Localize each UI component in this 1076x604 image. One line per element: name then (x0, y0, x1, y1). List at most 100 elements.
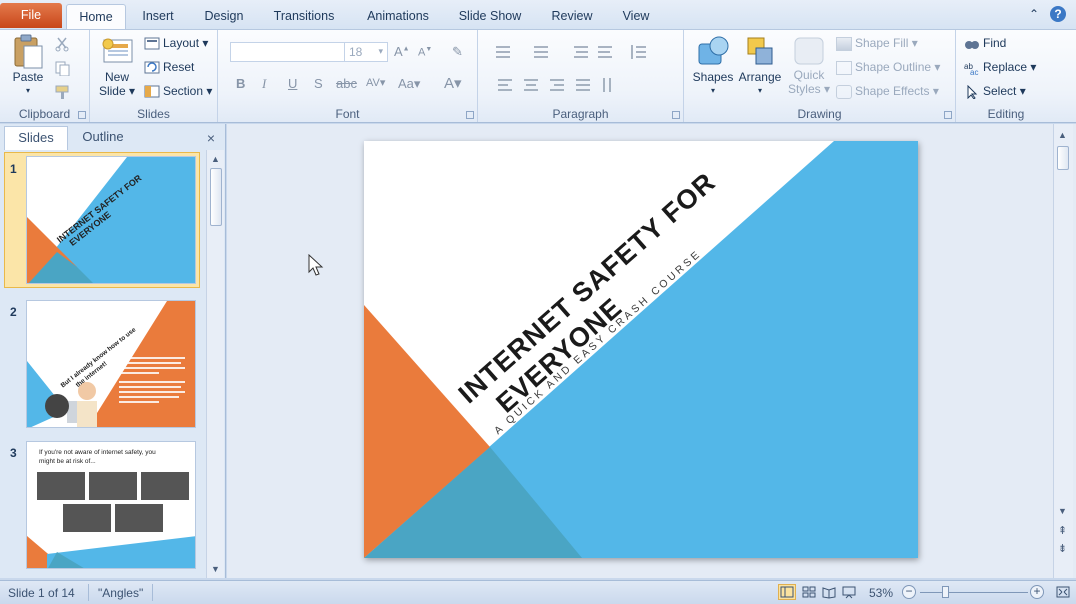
copy-icon[interactable] (54, 60, 74, 76)
editor-scrollbar-thumb[interactable] (1057, 146, 1069, 170)
tab-animations[interactable]: Animations (356, 4, 440, 30)
normal-view-icon[interactable] (778, 584, 796, 600)
scroll-up-icon[interactable]: ▲ (209, 152, 222, 166)
select-icon (967, 84, 978, 99)
shadow-button[interactable]: S (314, 76, 323, 91)
zoom-slider[interactable] (920, 592, 1028, 593)
font-color-button[interactable]: A▾ (444, 74, 462, 92)
select-button[interactable]: Select ▾ (964, 84, 1026, 99)
drawing-launcher-icon[interactable] (944, 111, 952, 119)
thumbnail-number-1: 1 (10, 162, 17, 176)
grow-font-button[interactable]: A▲ (394, 44, 410, 59)
reset-button[interactable]: Reset (144, 60, 194, 75)
quick-styles-button[interactable]: Quick Styles ▾ (786, 34, 832, 96)
tab-slides[interactable]: Slides (4, 126, 68, 150)
group-clipboard: Paste ▾ Clipboard (0, 30, 90, 122)
shape-effects-icon (836, 84, 852, 99)
cut-icon[interactable] (54, 36, 70, 52)
layout-icon (144, 37, 160, 50)
fit-window-icon[interactable] (1054, 584, 1072, 600)
find-button[interactable]: Find (964, 36, 1006, 51)
slide-thumbnail-3[interactable]: If you're not aware of internet safety, … (26, 441, 196, 569)
paragraph-launcher-icon[interactable] (672, 111, 680, 119)
theme-name[interactable]: "Angles" (98, 586, 143, 600)
change-case-button[interactable]: Aa▾ (398, 76, 420, 92)
ribbon: Paste ▾ Clipboard New Slide ▾ Layout ▾ R… (0, 29, 1076, 123)
editor-scrollbar[interactable]: ▲ ▼ ⇞ ⇟ (1053, 124, 1073, 578)
character-spacing-button[interactable]: AV▾ (366, 76, 385, 89)
scroll-down-icon[interactable]: ▼ (209, 562, 222, 576)
replace-icon: abac (964, 62, 978, 75)
quick-styles-icon (794, 37, 824, 65)
reset-icon (144, 61, 160, 74)
minimize-ribbon-icon[interactable]: ⌃ (1026, 6, 1042, 22)
editing-group-label: Editing (987, 107, 1025, 121)
shape-fill-button[interactable]: Shape Fill ▾ (836, 36, 918, 51)
slides-pane: Slides Outline × 1 INTERNET SAFETY FOR E… (0, 124, 226, 578)
slide-indicator: Slide 1 of 14 (8, 586, 75, 600)
paste-dropdown-icon[interactable]: ▾ (8, 84, 48, 98)
underline-button[interactable]: U (288, 76, 297, 91)
group-font: ▾ 18▾ A▲ A▼ ✎ B I U S abc AV▾ Aa▾ A▾ Fon… (218, 30, 478, 122)
clipboard-launcher-icon[interactable] (78, 111, 86, 119)
font-family-dropdown[interactable]: ▾ (230, 42, 360, 62)
font-size-dropdown[interactable]: 18 ▾ (344, 42, 388, 62)
clear-formatting-button[interactable]: ✎ (452, 44, 463, 60)
reading-view-icon[interactable] (820, 584, 838, 600)
group-slides: New Slide ▾ Layout ▾ Reset Section ▾ Sli… (90, 30, 218, 122)
slide-sorter-icon[interactable] (800, 584, 818, 600)
current-slide[interactable]: INTERNET SAFETY FOR EVERYONE A QUICK AND… (364, 141, 918, 558)
tab-view[interactable]: View (612, 4, 660, 30)
shapes-button[interactable]: Shapes ▾ (690, 34, 736, 98)
slides-pane-scrollbar[interactable]: ▲ ▼ (206, 150, 224, 578)
tab-slide-show[interactable]: Slide Show (452, 4, 528, 30)
thumbnail-3-graphic (27, 472, 195, 568)
slideshow-icon[interactable] (840, 584, 858, 600)
slide-thumbnail-1[interactable]: INTERNET SAFETY FOR EVERYONE (26, 156, 196, 284)
zoom-out-icon[interactable]: − (902, 585, 916, 599)
next-slide-icon[interactable]: ⇟ (1056, 542, 1069, 556)
zoom-in-icon[interactable]: + (1030, 585, 1044, 599)
slide-thumbnail-2[interactable]: But I already know how to use the intern… (26, 300, 196, 428)
shrink-font-button[interactable]: A▼ (418, 46, 432, 59)
help-icon[interactable]: ? (1050, 6, 1066, 22)
italic-button[interactable]: I (262, 76, 266, 92)
tab-design[interactable]: Design (196, 4, 252, 30)
tab-outline[interactable]: Outline (70, 126, 136, 150)
layout-button[interactable]: Layout ▾ (144, 36, 208, 51)
tab-insert[interactable]: Insert (130, 4, 186, 30)
editor-scroll-up-icon[interactable]: ▲ (1056, 128, 1069, 142)
previous-slide-icon[interactable]: ⇞ (1056, 524, 1069, 538)
tab-review[interactable]: Review (544, 4, 600, 30)
ribbon-tab-bar: File Home Insert Design Transitions Anim… (0, 0, 1076, 30)
shape-effects-button[interactable]: Shape Effects ▾ (836, 84, 939, 99)
tab-home[interactable]: Home (66, 4, 126, 30)
zoom-level[interactable]: 53% (869, 586, 893, 600)
status-separator (152, 584, 153, 601)
quick-styles-label-1: Quick (793, 68, 825, 82)
paragraph-controls-icon[interactable] (488, 42, 678, 102)
group-drawing: Shapes ▾ Arrange ▾ Quick Styles ▾ Shape … (684, 30, 956, 122)
tab-file[interactable]: File (0, 3, 62, 28)
strikethrough-button[interactable]: abc (336, 76, 357, 91)
slide-thumbnails: 1 INTERNET SAFETY FOR EVERYONE 2 But I a… (0, 150, 206, 578)
tab-transitions[interactable]: Transitions (264, 4, 344, 30)
shape-outline-button[interactable]: Shape Outline ▾ (836, 60, 940, 75)
clipboard-group-label: Clipboard (18, 107, 71, 121)
close-pane-icon[interactable]: × (207, 130, 215, 146)
scrollbar-thumb[interactable] (210, 168, 222, 226)
replace-button[interactable]: ab ac Replace ▾ (964, 60, 1036, 75)
thumbnail-1-graphic (27, 157, 195, 283)
bold-button[interactable]: B (236, 76, 245, 91)
editor-scroll-down-icon[interactable]: ▼ (1056, 504, 1069, 518)
new-slide-button[interactable]: New Slide ▾ (96, 36, 138, 98)
font-launcher-icon[interactable] (466, 111, 474, 119)
thumbnail-number-3: 3 (10, 446, 17, 460)
arrange-button[interactable]: Arrange ▾ (736, 34, 784, 98)
zoom-slider-thumb[interactable] (942, 586, 949, 598)
shape-fill-icon (836, 36, 852, 51)
format-painter-icon[interactable] (54, 84, 72, 100)
section-button[interactable]: Section ▾ (144, 84, 212, 99)
paragraph-group-label: Paragraph (552, 107, 609, 121)
paste-button[interactable]: Paste ▾ (8, 34, 48, 98)
